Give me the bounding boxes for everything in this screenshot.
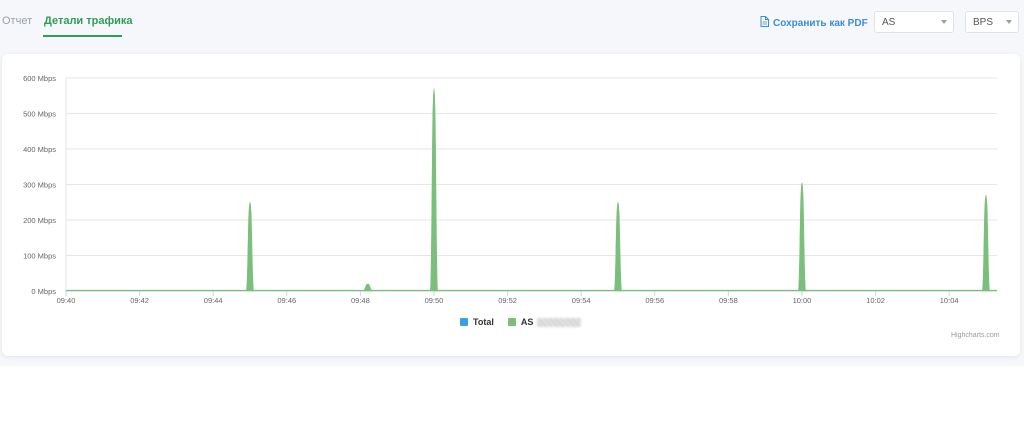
y-tick-label: 100 Mbps xyxy=(23,252,56,261)
y-tick-label: 0 Mbps xyxy=(31,287,56,296)
x-tick-label: 09:46 xyxy=(277,296,296,305)
x-tick-label: 10:02 xyxy=(866,296,885,305)
as-traffic-spike xyxy=(981,194,991,292)
as-traffic-spike xyxy=(797,182,807,292)
legend-item-as[interactable]: AS xyxy=(507,317,582,327)
y-tick-label: 600 Mbps xyxy=(23,74,56,83)
y-tick-label: 300 Mbps xyxy=(23,181,56,190)
x-tick-label: 09:56 xyxy=(645,296,664,305)
chart-credits[interactable]: Highcharts.com xyxy=(951,332,1000,339)
legend-label-as: AS xyxy=(520,317,534,327)
y-tick-label: 400 Mbps xyxy=(23,145,56,154)
x-tick-label: 09:44 xyxy=(204,296,223,305)
x-tick-label: 09:52 xyxy=(498,296,517,305)
traffic-chart: 0 Mbps 100 Mbps 200 Mbps 300 Mbps 400 Mbps 50… xyxy=(23,74,997,305)
as-traffic-spike xyxy=(613,201,623,292)
redacted-as-number xyxy=(537,317,582,327)
x-tick-label: 09:58 xyxy=(719,296,738,305)
x-tick-label: 09:50 xyxy=(425,296,444,305)
legend-item-total[interactable]: Total xyxy=(460,317,494,327)
legend-label-total: Total xyxy=(473,317,494,327)
x-tick-label: 09:54 xyxy=(572,296,591,305)
legend-swatch-as xyxy=(507,318,516,326)
legend-swatch-total xyxy=(460,318,468,326)
x-tick-label: 10:00 xyxy=(793,296,812,305)
x-tick-label: 10:04 xyxy=(940,296,959,305)
y-tick-label: 200 Mbps xyxy=(23,216,56,225)
as-traffic-spike xyxy=(429,88,439,292)
x-tick-label: 09:42 xyxy=(130,296,149,305)
as-traffic-spike xyxy=(362,283,373,292)
x-tick-label: 09:48 xyxy=(351,296,370,305)
x-tick-label: 09:40 xyxy=(57,296,76,305)
y-tick-label: 500 Mbps xyxy=(23,110,56,119)
chart-legend: Total AS xyxy=(460,317,595,327)
as-traffic-spike xyxy=(245,201,255,292)
